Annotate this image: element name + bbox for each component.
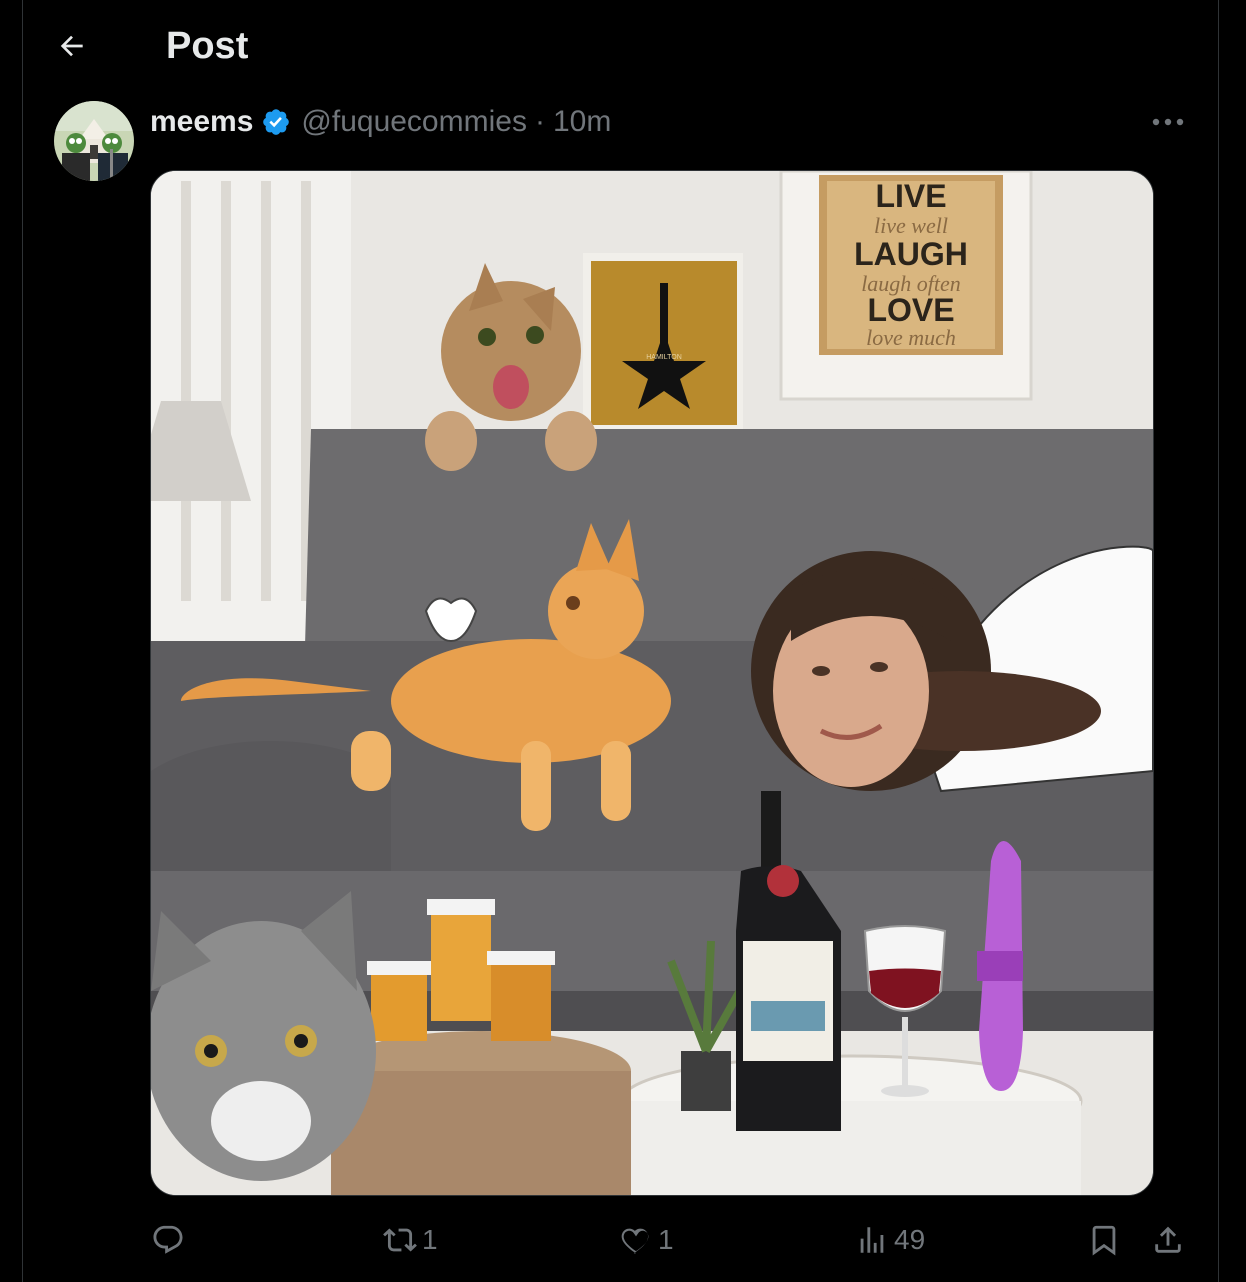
post-image[interactable]: LIVE live well LAUGH laugh often LOVE lo…	[150, 170, 1154, 1196]
page-title: Post	[166, 25, 249, 67]
repost-button[interactable]: 1	[382, 1214, 438, 1266]
share-button[interactable]	[1150, 1214, 1186, 1266]
poster-line-5: LOVE	[867, 292, 954, 328]
album-title: HAMILTON	[646, 354, 682, 361]
reply-icon	[150, 1222, 186, 1258]
live-laugh-love-poster: LIVE live well LAUGH laugh often LOVE lo…	[779, 171, 1033, 401]
bookmark-button[interactable]	[1086, 1214, 1122, 1266]
heart-icon	[618, 1222, 654, 1258]
verified-badge-icon	[261, 107, 291, 137]
author-handle[interactable]: @fuquecommies	[301, 105, 527, 139]
back-button[interactable]	[48, 22, 96, 70]
bookmark-icon	[1086, 1222, 1122, 1258]
share-icon	[1150, 1222, 1186, 1258]
more-options-button[interactable]	[1146, 104, 1190, 140]
like-button[interactable]: 1	[618, 1214, 674, 1266]
author-row: meems @fuquecommies · 10m	[150, 102, 611, 142]
post-actions: 1 1 49	[150, 1214, 1190, 1266]
arrow-left-icon	[60, 35, 83, 57]
poster-line-3: LAUGH	[854, 236, 968, 272]
author-name[interactable]: meems	[150, 105, 253, 139]
poster-line-2: live well	[874, 213, 948, 238]
separator-dot: ·	[534, 105, 545, 138]
column-border-left	[22, 0, 23, 1282]
more-icon	[1152, 118, 1184, 126]
poster-line-1: LIVE	[875, 178, 946, 214]
views-icon	[854, 1222, 890, 1258]
hamilton-album: HAMILTON	[583, 253, 743, 431]
repost-icon	[382, 1222, 418, 1258]
views-count: 49	[894, 1224, 926, 1255]
column-border-right	[1218, 0, 1219, 1282]
poster-line-6: love much	[866, 325, 956, 350]
like-count: 1	[658, 1224, 674, 1255]
post-time[interactable]: 10m	[553, 105, 611, 139]
views-button[interactable]: 49	[854, 1214, 925, 1266]
reply-button[interactable]	[150, 1214, 190, 1266]
avatar[interactable]	[54, 101, 134, 181]
repost-count: 1	[422, 1224, 438, 1255]
